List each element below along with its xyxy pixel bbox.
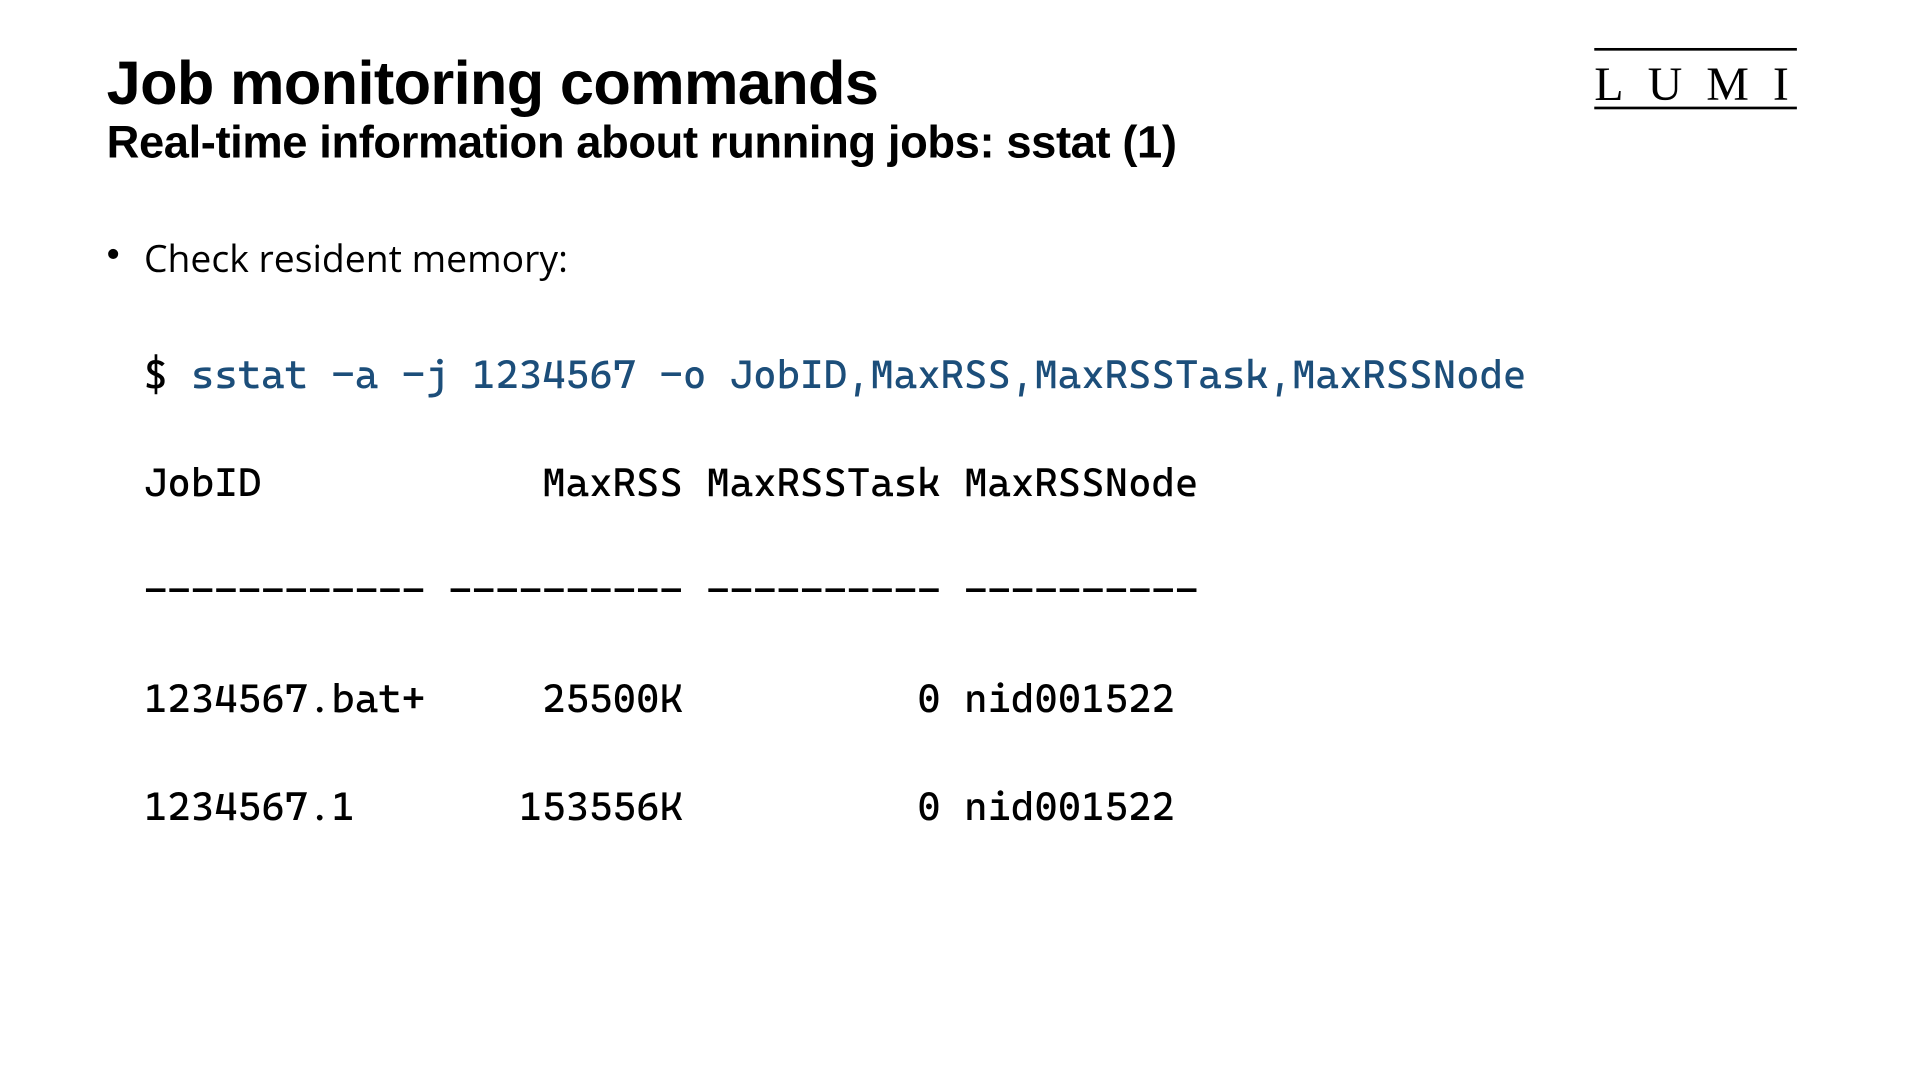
output-row: 1234567.bat+ 25500K 0 nid001522 — [144, 673, 1813, 727]
slide: Job monitoring commands Real-time inform… — [0, 0, 1920, 943]
terminal-block: $ sstat -a -j 1234567 -o JobID,MaxRSS,Ma… — [144, 295, 1813, 943]
output-header: JobID MaxRSS MaxRSSTask MaxRSSNode — [144, 457, 1813, 511]
content: • Check resident memory: $ sstat -a -j 1… — [107, 234, 1813, 943]
bullet-text: Check resident memory: — [144, 234, 568, 285]
command-line: $ sstat -a -j 1234567 -o JobID,MaxRSS,Ma… — [144, 349, 1813, 403]
page-subtitle: Real-time information about running jobs… — [107, 118, 1595, 170]
output-row: 1234567.1 153556K 0 nid001522 — [144, 781, 1813, 835]
title-block: Job monitoring commands Real-time inform… — [107, 51, 1595, 170]
prompt: $ — [144, 352, 191, 399]
page-title: Job monitoring commands — [107, 51, 1595, 115]
bullet-item: • Check resident memory: — [107, 234, 1813, 285]
bullet-icon: • — [107, 234, 144, 277]
command-text: sstat -a -j 1234567 -o JobID,MaxRSS,MaxR… — [191, 352, 1527, 399]
lumi-logo: LUMI — [1594, 51, 1813, 112]
output-divider: ------------ ---------- ---------- -----… — [144, 565, 1813, 619]
header-row: Job monitoring commands Real-time inform… — [107, 51, 1813, 170]
